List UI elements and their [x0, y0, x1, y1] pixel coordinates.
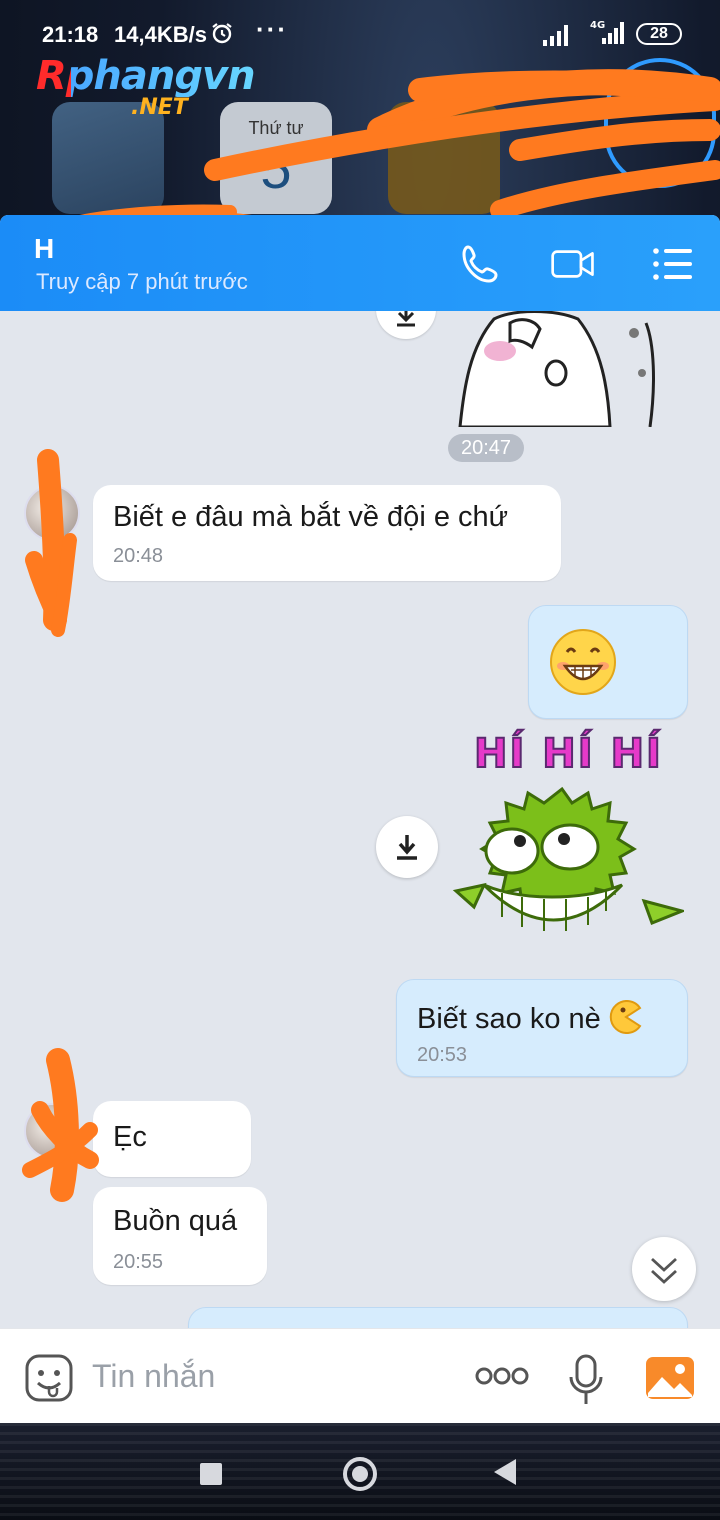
more-options-icon[interactable] — [474, 1365, 530, 1387]
incoming-message[interactable]: Biết e đâu mà bắt về đội e chứ 20:48 — [93, 485, 561, 581]
double-chevron-down-icon — [651, 1257, 677, 1284]
system-navigation-bar — [0, 1423, 720, 1520]
phone-icon[interactable] — [458, 241, 504, 287]
message-input-bar — [0, 1328, 720, 1423]
message-text: Buồn quá — [113, 1205, 238, 1237]
sticker-emoji-icon[interactable] — [24, 1353, 74, 1403]
watermark-logo: Rphangvn .NET — [36, 53, 256, 125]
outgoing-message[interactable]: Biết sao ko nè 20:53 — [396, 979, 688, 1077]
message-text: Biết e đâu mà bắt về đội e chứ — [113, 501, 509, 533]
status-time: 21:18 — [42, 22, 99, 47]
back-button[interactable] — [494, 1459, 516, 1485]
watermark-suffix: .NET — [131, 95, 188, 120]
incoming-message[interactable]: Buồn quá 20:55 — [93, 1187, 267, 1285]
status-more-dots: ··· — [256, 14, 288, 44]
home-button[interactable] — [343, 1457, 377, 1491]
signal-4g-icon: 4G — [590, 20, 624, 44]
image-gallery-icon[interactable] — [644, 1355, 696, 1401]
contact-avatar[interactable] — [24, 485, 80, 541]
signal-icon — [543, 25, 568, 46]
contact-last-seen: Truy cập 7 phút trước — [36, 269, 248, 294]
alarm-icon — [212, 23, 232, 44]
cat-sticker[interactable] — [446, 303, 660, 427]
contact-name[interactable]: H — [34, 233, 54, 265]
time-divider: 20:47 — [448, 434, 524, 462]
green-pufferfish-sticker[interactable] — [452, 781, 684, 967]
message-text: Biết sao ko nè — [417, 1003, 601, 1035]
message-list[interactable]: 20:47 Biết e đâu mà bắt về đội e chứ 20:… — [0, 291, 720, 1367]
message-time: 20:48 — [113, 545, 164, 567]
message-time: 20:53 — [417, 1044, 468, 1066]
message-text-with-emoji: Biết sao ko nè — [417, 1000, 643, 1036]
message-text: Ẹc — [113, 1121, 147, 1153]
pacman-emoji-icon — [609, 1000, 642, 1034]
outgoing-emoji-message[interactable] — [528, 605, 688, 719]
chat-header: H Truy cập 7 phút trước — [0, 215, 720, 311]
contact-avatar[interactable] — [24, 1103, 80, 1159]
battery-indicator: 28 — [636, 23, 682, 45]
home-app-tile — [388, 102, 500, 214]
watermark-brand: Rphangvn — [36, 53, 256, 99]
chat-window: H Truy cập 7 phút trước 20:47 Biết e đâu… — [0, 215, 720, 1423]
download-button[interactable] — [376, 816, 438, 878]
chat-head-bubble — [604, 58, 716, 188]
download-icon — [397, 835, 417, 860]
message-time: 20:55 — [113, 1251, 164, 1273]
microphone-icon[interactable] — [566, 1353, 606, 1407]
menu-list-icon[interactable] — [650, 241, 696, 287]
recents-button[interactable] — [200, 1463, 222, 1485]
sticker-caption: HÍ HÍ HÍ — [473, 730, 663, 778]
grinning-face-emoji — [550, 629, 616, 695]
calendar-date: 5 — [260, 137, 292, 200]
status-net-speed: 14,4KB/s — [114, 22, 207, 47]
message-input[interactable] — [92, 1351, 452, 1401]
incoming-message[interactable]: Ẹc — [93, 1101, 251, 1177]
network-type-label: 4G — [590, 20, 605, 31]
video-camera-icon[interactable] — [550, 241, 596, 287]
scroll-to-bottom-button[interactable] — [632, 1237, 696, 1301]
